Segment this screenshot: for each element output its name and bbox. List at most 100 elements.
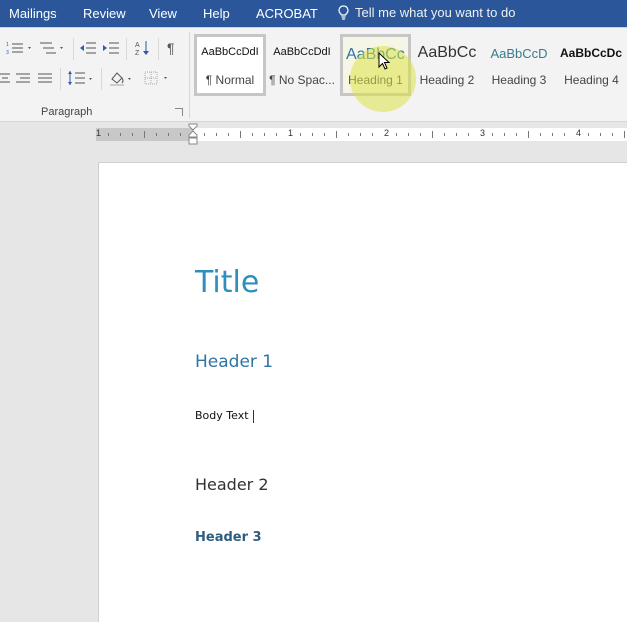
- style-name: ¶ No Spac...: [269, 73, 335, 87]
- ruler-tick: [540, 133, 541, 136]
- ruler-area: 1 1 2 3 4: [0, 123, 627, 163]
- paragraph-group-label: Paragraph: [41, 106, 93, 118]
- style-sample: AaBbCcDdI: [201, 46, 259, 58]
- ruler-tick: [468, 133, 469, 136]
- borders-icon[interactable]: [144, 71, 172, 87]
- style-heading-2[interactable]: AaBbCc Heading 2: [412, 34, 482, 96]
- document-page[interactable]: Title Header 1 Body Text Header 2 Header…: [98, 162, 627, 622]
- ribbon-divider: [101, 68, 102, 90]
- shading-icon[interactable]: [109, 70, 137, 88]
- ruler-tick: [228, 133, 229, 136]
- indent-marker[interactable]: [188, 123, 198, 145]
- ruler-tick: [528, 131, 529, 138]
- numbered-list-icon[interactable]: 13: [6, 41, 34, 57]
- svg-text:A: A: [135, 42, 140, 49]
- ribbon-divider: [158, 38, 159, 60]
- tell-me-placeholder: Tell me what you want to do: [355, 5, 516, 20]
- ruler-tick: [564, 133, 565, 136]
- ribbon-tab-bar: Mailings Review View Help ACROBAT Tell m…: [0, 0, 627, 27]
- ruler-tick: [312, 133, 313, 136]
- ruler-tick: [108, 133, 109, 136]
- ruler-tick: [360, 133, 361, 136]
- justify-icon[interactable]: [38, 72, 52, 86]
- ruler-number: 1: [288, 128, 294, 138]
- ruler-tick: [432, 131, 433, 138]
- style-no-spacing[interactable]: AaBbCcDdI ¶ No Spac...: [266, 34, 338, 96]
- line-spacing-icon[interactable]: [67, 70, 95, 88]
- doc-body-text[interactable]: Body Text: [195, 409, 254, 423]
- ruler-tick: [420, 133, 421, 136]
- tab-view[interactable]: View: [149, 6, 177, 21]
- text-cursor: [252, 409, 254, 423]
- tell-me-search[interactable]: Tell me what you want to do: [338, 5, 515, 20]
- ruler-tick: [456, 133, 457, 136]
- style-sample: AaBbCcDc: [560, 46, 623, 60]
- sort-az-icon[interactable]: AZ: [135, 40, 151, 58]
- ruler-tick: [552, 133, 553, 136]
- ruler-tick: [180, 133, 181, 136]
- ruler-tick: [120, 133, 121, 136]
- ruler-tick: [492, 133, 493, 136]
- ruler-tick: [336, 131, 337, 138]
- style-sample: AaBbCcD: [490, 46, 548, 61]
- ruler-tick: [252, 133, 253, 136]
- tab-acrobat[interactable]: ACROBAT: [256, 6, 318, 21]
- mouse-pointer-icon: [378, 52, 391, 70]
- ruler-tick: [204, 133, 205, 136]
- paragraph-dialog-launcher[interactable]: [175, 108, 183, 116]
- horizontal-ruler[interactable]: 1 1 2 3 4: [96, 128, 627, 141]
- doc-header-3[interactable]: Header 3: [195, 530, 262, 545]
- style-name: ¶ Normal: [205, 73, 255, 87]
- ruler-tick: [276, 133, 277, 136]
- ribbon-home: 13 AZ ¶ Paragraph AaBbCcDdI ¶ Normal AaB…: [0, 27, 627, 122]
- style-sample: AaBbCc: [417, 44, 477, 61]
- ribbon-divider: [60, 68, 61, 90]
- style-name: Heading 3: [491, 73, 547, 87]
- style-heading-4[interactable]: AaBbCcDc Heading 4: [556, 34, 627, 96]
- ruler-tick: [156, 133, 157, 136]
- decrease-indent-icon[interactable]: [80, 41, 96, 57]
- ruler-tick: [132, 133, 133, 136]
- ruler-tick: [372, 133, 373, 136]
- ruler-number: 2: [384, 128, 390, 138]
- ruler-tick: [144, 131, 145, 138]
- ruler-tick: [624, 131, 625, 138]
- ruler-tick: [300, 133, 301, 136]
- ruler-tick: [240, 131, 241, 138]
- ruler-number: 3: [480, 128, 486, 138]
- ruler-number: 1: [96, 128, 102, 138]
- ribbon-divider: [73, 38, 74, 60]
- ruler-tick: [324, 133, 325, 136]
- svg-text:3: 3: [6, 50, 9, 55]
- pilcrow-icon[interactable]: ¶: [167, 41, 175, 55]
- ribbon-divider: [126, 38, 127, 60]
- ruler-tick: [264, 133, 265, 136]
- tab-review[interactable]: Review: [83, 6, 126, 21]
- doc-header-2[interactable]: Header 2: [195, 475, 269, 494]
- svg-text:Z: Z: [135, 50, 140, 56]
- ruler-tick: [396, 133, 397, 136]
- ruler-tick: [348, 133, 349, 136]
- ruler-tick: [408, 133, 409, 136]
- ruler-tick: [168, 133, 169, 136]
- doc-header-1[interactable]: Header 1: [195, 352, 273, 372]
- ruler-tick: [612, 133, 613, 136]
- style-heading-3[interactable]: AaBbCcD Heading 3: [484, 34, 554, 96]
- doc-title[interactable]: Title: [195, 265, 259, 300]
- style-normal[interactable]: AaBbCcDdI ¶ Normal: [194, 34, 266, 96]
- align-right-icon[interactable]: [16, 72, 30, 86]
- multilevel-list-icon[interactable]: [38, 41, 66, 57]
- lightbulb-icon: [338, 5, 349, 20]
- ruler-tick: [600, 133, 601, 136]
- increase-indent-icon[interactable]: [103, 41, 119, 57]
- ruler-tick: [588, 133, 589, 136]
- tab-mailings[interactable]: Mailings: [9, 6, 57, 21]
- ruler-tick: [504, 133, 505, 136]
- align-center-icon[interactable]: [0, 72, 10, 86]
- style-sample: AaBbCcDdI: [273, 46, 331, 58]
- body-text: Body Text: [195, 409, 249, 422]
- tab-help[interactable]: Help: [203, 6, 230, 21]
- ruler-tick: [444, 133, 445, 136]
- style-name: Heading 4: [564, 73, 619, 87]
- ruler-tick: [216, 133, 217, 136]
